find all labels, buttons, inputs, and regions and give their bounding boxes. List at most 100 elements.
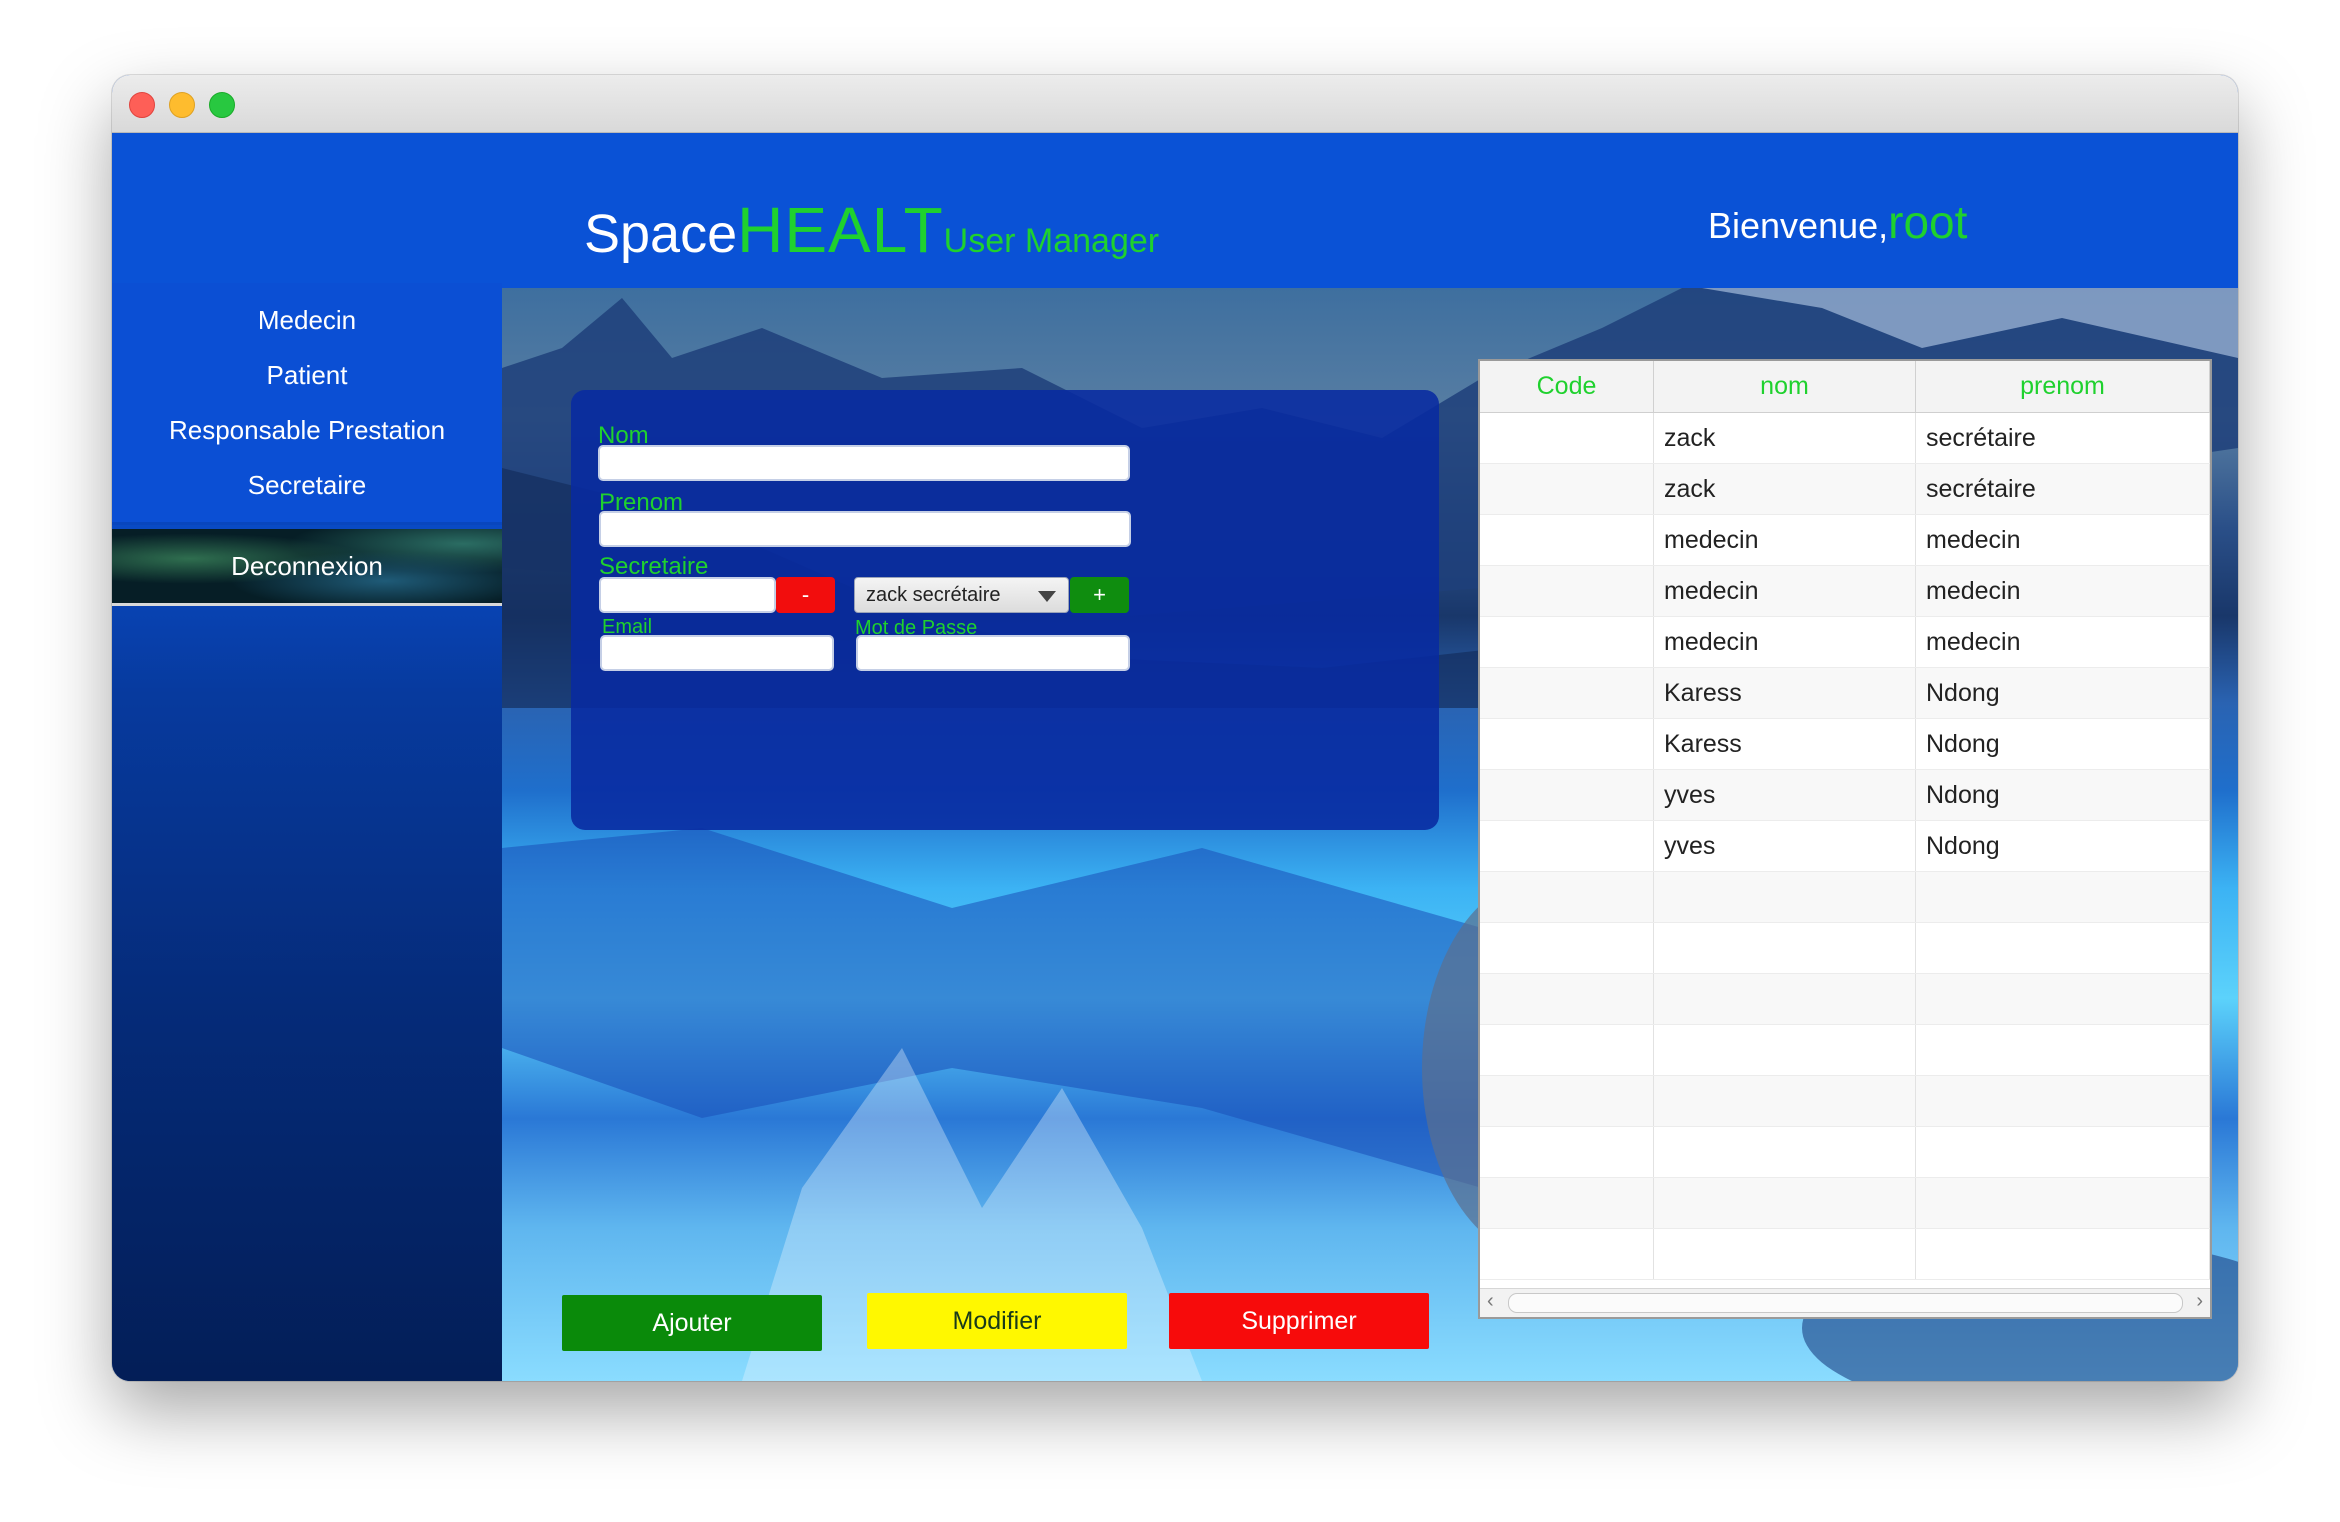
table-row[interactable] <box>1480 872 2210 923</box>
title-bar <box>112 75 2238 133</box>
column-header[interactable]: prenom <box>1916 361 2210 412</box>
table-cell <box>1480 923 1654 973</box>
table-cell <box>1654 1229 1916 1279</box>
table-row[interactable] <box>1480 1025 2210 1076</box>
table-cell: yves <box>1654 821 1916 871</box>
table-cell <box>1480 974 1654 1024</box>
table-cell: medecin <box>1916 515 2210 565</box>
table-row[interactable]: medecin medecin <box>1480 515 2210 566</box>
table-cell <box>1654 974 1916 1024</box>
zoom-window-button[interactable] <box>209 92 235 118</box>
table-cell <box>1480 1076 1654 1126</box>
table-cell <box>1654 923 1916 973</box>
remove-button[interactable]: - <box>776 577 835 613</box>
table-row[interactable] <box>1480 1127 2210 1178</box>
add-role-button[interactable]: + <box>1070 577 1129 613</box>
table-cell <box>1480 413 1654 463</box>
delete-button[interactable]: Supprimer <box>1169 1293 1429 1349</box>
table-cell <box>1480 1178 1654 1228</box>
user-select[interactable]: zack secrétaire <box>854 577 1069 613</box>
app-title: SpaceHEALTUser Manager <box>584 193 1159 267</box>
column-header[interactable]: nom <box>1654 361 1916 412</box>
title-healt: HEALT <box>737 194 944 266</box>
table-row[interactable]: yves Ndong <box>1480 821 2210 872</box>
welcome-label: Bienvenue, <box>1708 205 1889 246</box>
scroll-right-icon[interactable]: › <box>2196 1290 2203 1313</box>
table-row[interactable]: zack secrétaire <box>1480 413 2210 464</box>
table-cell <box>1480 1229 1654 1279</box>
table-cell <box>1654 1178 1916 1228</box>
add-button[interactable]: Ajouter <box>562 1295 822 1351</box>
password-input[interactable] <box>856 635 1130 671</box>
table-row[interactable] <box>1480 1076 2210 1127</box>
table-cell: Karess <box>1654 719 1916 769</box>
table-cell: secrétaire <box>1916 464 2210 514</box>
close-window-button[interactable] <box>129 92 155 118</box>
scrollbar-thumb[interactable] <box>1508 1293 2183 1313</box>
table-body: zack secrétaire zack secrétaire medecin medec… <box>1480 413 2210 1280</box>
app-window: SpaceHEALTUser Manager Bienvenue,root Me… <box>112 75 2238 1381</box>
column-header[interactable]: Code <box>1480 361 1654 412</box>
table-cell: Ndong <box>1916 770 2210 820</box>
table-cell <box>1480 770 1654 820</box>
table-cell: medecin <box>1916 566 2210 616</box>
table-cell <box>1654 1076 1916 1126</box>
table-cell: medecin <box>1654 515 1916 565</box>
table-row[interactable] <box>1480 1229 2210 1280</box>
table-row[interactable]: Karess Ndong <box>1480 668 2210 719</box>
table-cell <box>1480 872 1654 922</box>
logout-button[interactable]: Deconnexion <box>112 529 502 606</box>
scroll-left-icon[interactable]: ‹ <box>1487 1290 1494 1313</box>
table-cell: Ndong <box>1916 821 2210 871</box>
table-row[interactable]: yves Ndong <box>1480 770 2210 821</box>
table-cell <box>1916 1076 2210 1126</box>
table-cell <box>1480 668 1654 718</box>
table-row[interactable] <box>1480 974 2210 1025</box>
title-space: Space <box>584 204 738 264</box>
table-cell <box>1654 872 1916 922</box>
table-cell: zack <box>1654 413 1916 463</box>
table-header: Code nom prenom <box>1480 361 2210 413</box>
table-cell <box>1480 1127 1654 1177</box>
table-row[interactable]: Karess Ndong <box>1480 719 2210 770</box>
user-select-value: zack secrétaire <box>866 583 1001 606</box>
table-cell <box>1654 1025 1916 1075</box>
table-cell: Ndong <box>1916 668 2210 718</box>
table-cell: secrétaire <box>1916 413 2210 463</box>
user-form-panel: Nom Prenom Secretaire - zack secrétaire … <box>571 390 1439 830</box>
table-cell: medecin <box>1654 617 1916 667</box>
table-row[interactable] <box>1480 1178 2210 1229</box>
table-cell: zack <box>1654 464 1916 514</box>
welcome-message: Bienvenue,root <box>1708 195 1967 249</box>
table-cell <box>1480 719 1654 769</box>
role-input[interactable] <box>599 577 776 613</box>
table-cell <box>1916 1178 2210 1228</box>
table-row[interactable]: medecin medecin <box>1480 566 2210 617</box>
table-cell <box>1916 1229 2210 1279</box>
table-cell <box>1654 1127 1916 1177</box>
table-row[interactable]: medecin medecin <box>1480 617 2210 668</box>
title-user-manager: User Manager <box>943 222 1160 260</box>
users-table[interactable]: Code nom prenom zack secrétaire zack secrétai… <box>1478 359 2212 1319</box>
sidebar-item-secretaire[interactable]: Secretaire <box>112 448 502 525</box>
horizontal-scrollbar[interactable]: ‹ › <box>1480 1288 2210 1317</box>
prenom-input[interactable] <box>599 511 1131 547</box>
table-cell <box>1916 1127 2210 1177</box>
main-content: Nom Prenom Secretaire - zack secrétaire … <box>502 288 2238 1381</box>
table-cell: yves <box>1654 770 1916 820</box>
email-input[interactable] <box>600 635 834 671</box>
minimize-window-button[interactable] <box>169 92 195 118</box>
table-cell: medecin <box>1654 566 1916 616</box>
username: root <box>1888 196 1968 248</box>
table-row[interactable]: zack secrétaire <box>1480 464 2210 515</box>
table-cell <box>1480 464 1654 514</box>
table-cell <box>1480 515 1654 565</box>
table-cell: Karess <box>1654 668 1916 718</box>
table-cell <box>1480 566 1654 616</box>
table-cell <box>1480 821 1654 871</box>
edit-button[interactable]: Modifier <box>867 1293 1127 1349</box>
table-row[interactable] <box>1480 923 2210 974</box>
table-cell <box>1916 974 2210 1024</box>
nom-input[interactable] <box>598 445 1130 481</box>
sidebar: Medecin Patient Responsable Prestation S… <box>112 133 502 1381</box>
